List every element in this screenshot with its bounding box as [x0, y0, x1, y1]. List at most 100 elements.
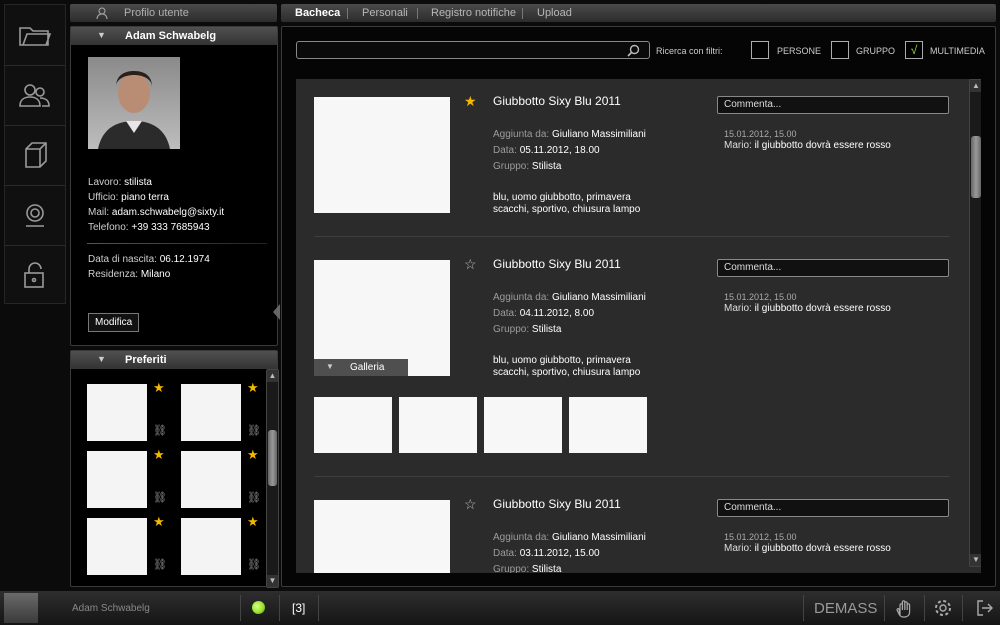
post-title[interactable]: Giubbotto Sixy Blu 2011	[493, 257, 621, 271]
post-title[interactable]: Giubbotto Sixy Blu 2011	[493, 497, 621, 511]
star-filled-icon[interactable]: ★	[153, 514, 165, 530]
cube-button[interactable]	[5, 125, 65, 186]
comment-body: il giubbotto dovrà essere rosso	[754, 543, 891, 554]
search-input[interactable]	[296, 41, 650, 59]
scroll-down-icon[interactable]: ▼	[267, 575, 278, 587]
tags-line: blu, uomo giubbotto, primavera	[493, 192, 631, 203]
star-filled-icon[interactable]: ★	[153, 380, 165, 396]
tags-line: blu, uomo giubbotto, primavera	[493, 355, 631, 366]
comment-input[interactable]: Commenta...	[717, 499, 949, 517]
profile-panel-header[interactable]: ▼ Adam Schwabelg	[71, 27, 277, 45]
link-icon[interactable]: ⛓	[247, 491, 261, 504]
gallery-thumbnail[interactable]	[569, 397, 647, 453]
portrait-image	[98, 71, 170, 149]
link-icon[interactable]: ⛓	[153, 558, 167, 571]
link-icon[interactable]: ⛓	[153, 424, 167, 437]
webcam-icon	[26, 204, 44, 227]
post-divider	[314, 476, 950, 477]
favorite-thumbnail[interactable]	[181, 451, 241, 508]
comment-author: Mario:	[724, 303, 752, 314]
gear-icon[interactable]	[933, 598, 953, 618]
scroll-down-icon[interactable]: ▼	[970, 554, 981, 566]
notification-count[interactable]: [3]	[292, 601, 305, 615]
folder-button[interactable]	[5, 5, 65, 66]
favorite-thumbnail[interactable]	[181, 518, 241, 575]
gallery-label: Galleria	[350, 362, 385, 373]
filter-gruppo-label: GRUPPO	[856, 46, 896, 56]
search-icon[interactable]	[627, 44, 640, 57]
hand-icon[interactable]	[894, 598, 914, 618]
date-label: Data:	[493, 145, 517, 156]
post-image[interactable]	[314, 97, 450, 213]
favorites-scrollbar[interactable]: ▲ ▼	[266, 369, 279, 588]
favorite-thumbnail[interactable]	[87, 518, 147, 575]
telefono-value: +39 333 7685943	[131, 222, 210, 233]
tab-upload[interactable]: Upload	[537, 7, 572, 19]
star-filled-icon[interactable]: ★	[153, 447, 165, 463]
profile-panel: ▼ Adam Schwabelg Lavoro: stilista Uffici…	[70, 26, 278, 346]
link-icon[interactable]: ⛓	[153, 491, 167, 504]
favorite-thumbnail[interactable]	[87, 384, 147, 441]
users-icon	[19, 84, 50, 107]
star-filled-icon[interactable]: ★	[247, 447, 259, 463]
post-meta: Aggiunta da: Giuliano Massimiliani Data:…	[493, 127, 646, 175]
comment-input[interactable]: Commenta...	[717, 259, 949, 277]
post-title[interactable]: Giubbotto Sixy Blu 2011	[493, 94, 621, 108]
link-icon[interactable]: ⛓	[247, 558, 261, 571]
post-image[interactable]	[314, 500, 450, 573]
bottom-separator	[279, 595, 280, 621]
gallery-thumbnail[interactable]	[314, 397, 392, 453]
filter-persone-label: PERSONE	[777, 46, 822, 56]
tab-separator	[522, 8, 523, 19]
link-icon[interactable]: ⛓	[247, 424, 261, 437]
status-indicator[interactable]	[252, 601, 265, 614]
star-outline-icon[interactable]: ☆	[464, 256, 477, 273]
mail-value[interactable]: adam.schwabelg@sixty.it	[112, 207, 224, 218]
bottom-separator	[962, 595, 963, 621]
favorite-thumbnail[interactable]	[87, 451, 147, 508]
edit-profile-button[interactable]: Modifica	[88, 313, 140, 332]
post-divider	[314, 236, 950, 237]
filter-persone-checkbox[interactable]	[751, 41, 769, 59]
group-value: Stilista	[531, 161, 562, 172]
favorites-scroll-thumb[interactable]	[268, 430, 277, 486]
scroll-up-icon[interactable]: ▲	[970, 80, 981, 92]
star-outline-icon[interactable]: ☆	[464, 496, 477, 513]
feed-scrollbar[interactable]: ▲ ▼	[969, 79, 981, 567]
tab-bacheca[interactable]: Bacheca	[295, 7, 340, 19]
tab-registro-notifiche[interactable]: Registro notifiche	[431, 7, 516, 19]
filter-multimedia-checkbox[interactable]: √	[905, 41, 923, 59]
comment-input[interactable]: Commenta...	[717, 96, 949, 114]
post-card: ★ Giubbotto Sixy Blu 2011 Aggiunta da: G…	[296, 79, 966, 234]
main-tab-bar: Bacheca Personali Registro notifiche Upl…	[281, 4, 996, 22]
star-filled-icon[interactable]: ★	[247, 514, 259, 530]
unlock-icon	[24, 262, 44, 288]
profile-tab-label: Profilo utente	[124, 7, 189, 19]
favorites-panel: ▼ Preferiti ★ ⛓ ★ ⛓ ★ ⛓ ★ ⛓ ★ ⛓ ★ ⛓ ▲ ▼	[70, 350, 279, 588]
residenza-value: Milano	[140, 269, 171, 280]
post-card: ▼ Galleria ☆ Giubbotto Sixy Blu 2011 Agg…	[296, 239, 966, 474]
filter-gruppo-checkbox[interactable]	[831, 41, 849, 59]
favorites-header[interactable]: ▼ Preferiti	[71, 351, 277, 369]
gallery-toggle[interactable]: ▼ Galleria	[314, 359, 408, 376]
bottom-avatar[interactable]	[4, 593, 38, 623]
webcam-button[interactable]	[5, 185, 65, 246]
added-by-label: Aggiunta da:	[493, 292, 550, 303]
tab-personali[interactable]: Personali	[362, 7, 408, 19]
feed-scroll-thumb[interactable]	[971, 136, 981, 198]
gallery-thumbnail[interactable]	[484, 397, 562, 453]
group-value: Stilista	[531, 564, 562, 573]
star-filled-icon[interactable]: ★	[464, 93, 477, 110]
users-button[interactable]	[5, 65, 65, 126]
search-field[interactable]	[301, 43, 621, 57]
star-filled-icon[interactable]: ★	[247, 380, 259, 396]
favorite-thumbnail[interactable]	[181, 384, 241, 441]
logout-icon[interactable]	[974, 598, 994, 618]
gallery-thumbnail[interactable]	[399, 397, 477, 453]
profile-tab-bar[interactable]: Profilo utente	[70, 4, 277, 22]
scroll-up-icon[interactable]: ▲	[267, 370, 278, 382]
lock-button[interactable]	[5, 245, 65, 305]
collapse-arrow-icon[interactable]	[273, 304, 280, 320]
chevron-down-icon: ▼	[97, 30, 106, 40]
comment-author: Mario:	[724, 543, 752, 554]
